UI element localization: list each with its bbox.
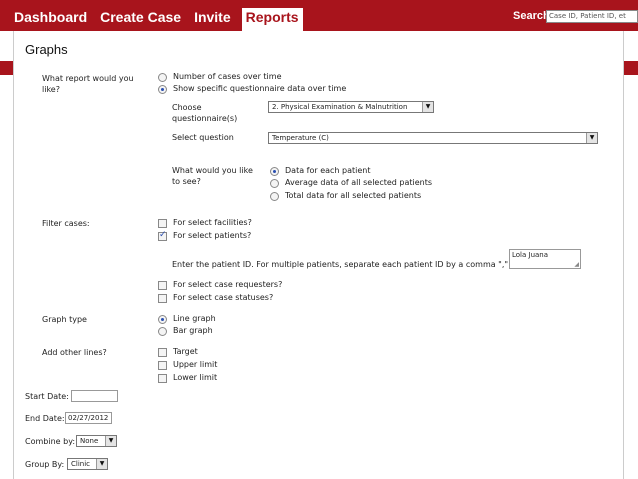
nav-dashboard[interactable]: Dashboard: [12, 8, 89, 26]
checkbox-icon[interactable]: [158, 293, 167, 303]
checkbox-icon[interactable]: [158, 218, 167, 228]
group-label: Group By:: [25, 460, 65, 469]
filter-statuses-checkbox[interactable]: For select case statuses?: [158, 293, 273, 303]
decorative-band-left: [0, 61, 13, 75]
radio-icon[interactable]: [270, 178, 279, 188]
checkbox-icon[interactable]: [158, 360, 167, 370]
other-lines-target-label: Target: [173, 347, 198, 356]
end-date-label: End Date:: [25, 414, 65, 423]
radio-icon[interactable]: [270, 191, 279, 201]
chevron-down-icon[interactable]: ▼: [96, 459, 107, 469]
checkbox-checked-icon[interactable]: [158, 230, 167, 241]
filter-label: Filter cases:: [42, 219, 90, 228]
questionnaire-label: Choose questionnaire(s): [172, 102, 237, 124]
search-input[interactable]: Case ID, Patient ID, et: [546, 10, 638, 23]
start-date-label: Start Date:: [25, 392, 69, 401]
question-select-value: Temperature (C): [272, 134, 329, 142]
nav-create-case[interactable]: Create Case: [98, 8, 183, 26]
report-option-number-of-cases[interactable]: Number of cases over time: [158, 72, 282, 82]
questionnaire-select[interactable]: 2. Physical Examination & Malnutrition ▼: [268, 101, 434, 113]
checkbox-icon[interactable]: [158, 373, 167, 383]
resize-handle-icon[interactable]: ◢: [574, 261, 579, 268]
other-lines-upper[interactable]: Upper limit: [158, 360, 217, 370]
top-nav-bar: Dashboard Create Case Invite Reports Sea…: [0, 0, 638, 31]
group-select[interactable]: Clinic ▼: [67, 458, 108, 470]
checkbox-icon[interactable]: [158, 347, 167, 357]
filter-facilities-label: For select facilities?: [173, 218, 252, 227]
see-option-average[interactable]: Average data of all selected patients: [270, 178, 432, 188]
combine-select[interactable]: None ▼: [76, 435, 117, 447]
see-option-label: Average data of all selected patients: [285, 178, 433, 187]
decorative-band-right: [624, 61, 638, 75]
group-select-value: Clinic: [71, 460, 91, 468]
report-label: What report would you like?: [42, 73, 134, 95]
report-option-questionnaire-data[interactable]: Show specific questionnaire data over ti…: [158, 84, 346, 94]
graph-type-line[interactable]: Line graph: [158, 314, 216, 324]
see-option-label: Data for each patient: [285, 166, 371, 175]
nav-reports[interactable]: Reports: [241, 8, 303, 31]
radio-selected-icon[interactable]: [158, 84, 167, 94]
page-title: Graphs: [25, 42, 68, 57]
see-option-each-patient[interactable]: Data for each patient: [270, 166, 371, 176]
questionnaire-select-value: 2. Physical Examination & Malnutrition: [272, 103, 408, 111]
report-label-line2: like?: [42, 85, 60, 94]
graph-type-bar[interactable]: Bar graph: [158, 326, 213, 336]
combine-label: Combine by:: [25, 437, 76, 446]
patient-id-prompt: Enter the patient ID. For multiple patie…: [172, 260, 509, 269]
see-label-line2: to see?: [172, 177, 201, 186]
report-label-line1: What report would you: [42, 74, 134, 83]
main-nav: Dashboard Create Case Invite Reports: [12, 8, 312, 31]
filter-patients-label: For select patients?: [173, 231, 252, 240]
patient-id-value: Lola Juana: [512, 251, 549, 259]
radio-icon[interactable]: [158, 326, 167, 336]
report-option-label: Show specific questionnaire data over ti…: [173, 84, 347, 93]
other-lines-lower[interactable]: Lower limit: [158, 373, 217, 383]
radio-selected-icon[interactable]: [158, 314, 167, 324]
see-label-line1: What would you like: [172, 166, 253, 175]
checkbox-icon[interactable]: [158, 280, 167, 290]
filter-facilities-checkbox[interactable]: For select facilities?: [158, 218, 252, 228]
chevron-down-icon[interactable]: ▼: [586, 133, 597, 143]
end-date-input[interactable]: 02/27/2012: [65, 412, 112, 424]
patient-id-textarea[interactable]: Lola Juana ◢: [509, 249, 581, 269]
chevron-down-icon[interactable]: ▼: [105, 436, 116, 446]
other-lines-target[interactable]: Target: [158, 347, 198, 357]
radio-icon[interactable]: [158, 72, 167, 82]
questionnaire-label-line2: questionnaire(s): [172, 114, 238, 123]
filter-requesters-checkbox[interactable]: For select case requesters?: [158, 280, 282, 290]
questionnaire-label-line1: Choose: [172, 103, 202, 112]
radio-selected-icon[interactable]: [270, 166, 279, 176]
nav-invite[interactable]: Invite: [192, 8, 233, 26]
filter-requesters-label: For select case requesters?: [173, 280, 283, 289]
see-option-total[interactable]: Total data for all selected patients: [270, 191, 421, 201]
chevron-down-icon[interactable]: ▼: [422, 102, 433, 112]
graph-type-line-label: Line graph: [173, 314, 216, 323]
combine-select-value: None: [80, 437, 99, 445]
see-label: What would you like to see?: [172, 165, 253, 187]
question-label: Select question: [172, 133, 234, 142]
filter-patients-checkbox[interactable]: For select patients?: [158, 230, 252, 241]
other-lines-upper-label: Upper limit: [173, 360, 218, 369]
start-date-input[interactable]: [71, 390, 118, 402]
graph-type-bar-label: Bar graph: [173, 326, 213, 335]
graph-type-label: Graph type: [42, 315, 87, 324]
see-option-label: Total data for all selected patients: [285, 191, 422, 200]
filter-statuses-label: For select case statuses?: [173, 293, 274, 302]
other-lines-lower-label: Lower limit: [173, 373, 218, 382]
question-select[interactable]: Temperature (C) ▼: [268, 132, 598, 144]
other-lines-label: Add other lines?: [42, 348, 107, 357]
report-option-label: Number of cases over time: [173, 72, 282, 81]
